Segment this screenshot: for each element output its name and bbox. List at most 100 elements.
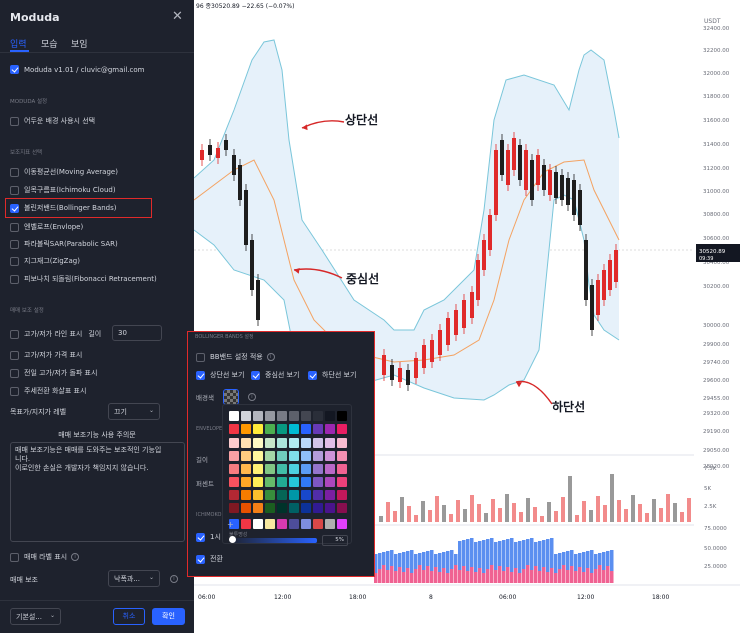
color-swatch[interactable] <box>301 451 311 461</box>
lower-show-checkbox[interactable] <box>308 370 317 380</box>
indicator-checkbox[interactable] <box>10 185 19 195</box>
color-swatch[interactable] <box>253 464 263 474</box>
color-swatch[interactable] <box>337 477 347 487</box>
color-swatch[interactable] <box>241 451 251 461</box>
account-checkbox[interactable] <box>10 65 19 74</box>
color-swatch[interactable] <box>265 519 275 529</box>
highlow-line-checkbox[interactable] <box>10 329 19 339</box>
color-swatch[interactable] <box>337 464 347 474</box>
color-swatch[interactable] <box>253 438 263 448</box>
color-swatch[interactable] <box>253 451 263 461</box>
color-swatch[interactable] <box>313 451 323 461</box>
highlow-price-checkbox[interactable] <box>10 350 19 360</box>
lower-show-row[interactable]: 하단선 보기 <box>308 370 356 380</box>
indicator-row[interactable]: 일목구름표(Ichimoku Cloud) <box>10 185 116 195</box>
color-swatch[interactable] <box>265 451 275 461</box>
tab-input[interactable]: 입력 <box>10 37 27 50</box>
color-swatch[interactable] <box>289 490 299 500</box>
color-swatch[interactable] <box>229 503 239 513</box>
color-swatch[interactable] <box>289 424 299 434</box>
color-swatch[interactable] <box>313 490 323 500</box>
color-swatch[interactable] <box>265 503 275 513</box>
color-swatch[interactable] <box>289 519 299 529</box>
info-icon[interactable]: i <box>248 393 256 401</box>
tab-visibility[interactable]: 보임 <box>71 37 88 50</box>
row-b-checkbox[interactable] <box>196 554 205 564</box>
indicator-checkbox[interactable] <box>10 222 19 232</box>
color-swatch[interactable] <box>241 490 251 500</box>
color-swatch[interactable] <box>253 490 263 500</box>
color-swatch[interactable] <box>325 411 335 421</box>
color-swatch[interactable] <box>265 411 275 421</box>
color-swatch[interactable] <box>301 490 311 500</box>
color-swatch[interactable] <box>337 503 347 513</box>
color-swatch[interactable] <box>265 464 275 474</box>
color-swatch[interactable] <box>301 519 311 529</box>
middle-show-row[interactable]: 중심선 보기 <box>251 370 299 380</box>
color-swatch[interactable] <box>229 424 239 434</box>
color-swatch[interactable] <box>289 464 299 474</box>
upper-show-checkbox[interactable] <box>196 370 205 380</box>
color-swatch[interactable] <box>313 477 323 487</box>
color-swatch[interactable] <box>313 438 323 448</box>
color-swatch[interactable] <box>229 464 239 474</box>
upper-show-row[interactable]: 상단선 보기 <box>196 370 244 380</box>
color-swatch[interactable] <box>337 438 347 448</box>
template-select[interactable]: 기본설... ⌄ <box>10 608 61 625</box>
color-swatch[interactable] <box>277 464 287 474</box>
ok-button[interactable]: 확인 <box>152 608 185 625</box>
color-swatch[interactable] <box>313 519 323 529</box>
dark-bg-row[interactable]: 어두운 배경 사용시 선택 <box>10 116 95 126</box>
cancel-button[interactable]: 취소 <box>113 608 145 625</box>
indicator-checkbox[interactable] <box>10 167 19 177</box>
info-icon[interactable]: i <box>266 353 275 361</box>
dark-bg-checkbox[interactable] <box>10 116 19 126</box>
color-swatch[interactable] <box>277 477 287 487</box>
account-row[interactable]: Moduda v1.01 / cluvic@gmail.com <box>10 65 144 74</box>
color-swatch[interactable] <box>313 424 323 434</box>
indicator-row[interactable]: 파라볼릭SAR(Parabolic SAR) <box>10 239 118 249</box>
week-arrow-row[interactable]: 주세전환 화살표 표시 <box>10 386 86 396</box>
color-swatch[interactable] <box>325 424 335 434</box>
color-swatch[interactable] <box>241 424 251 434</box>
color-swatch[interactable] <box>253 424 263 434</box>
length-input[interactable]: 30 <box>112 325 162 341</box>
indicator-checkbox[interactable] <box>10 256 19 266</box>
color-swatch[interactable] <box>313 411 323 421</box>
color-swatch[interactable] <box>289 503 299 513</box>
color-swatch[interactable] <box>289 451 299 461</box>
opacity-slider[interactable] <box>229 538 317 543</box>
color-swatch[interactable] <box>325 464 335 474</box>
color-swatch[interactable] <box>241 464 251 474</box>
row-b[interactable]: 전환 <box>196 554 223 564</box>
prev-break-row[interactable]: 전일 고가/저가 돌파 표시 <box>10 368 97 378</box>
color-swatch[interactable] <box>265 477 275 487</box>
color-swatch[interactable] <box>301 438 311 448</box>
color-swatch[interactable] <box>337 519 347 529</box>
highlow-line-row[interactable]: 고가/저가 라인 표시 길이 <box>10 329 101 339</box>
target-level-select[interactable]: 끄기 ⌄ <box>108 403 160 420</box>
info-icon[interactable]: i <box>71 553 80 561</box>
color-swatch[interactable] <box>277 424 287 434</box>
trade-label-row[interactable]: 매매 라벨 표시 i <box>10 552 80 562</box>
add-color-icon[interactable]: + <box>227 520 234 529</box>
color-swatch[interactable] <box>337 490 347 500</box>
middle-show-checkbox[interactable] <box>251 370 260 380</box>
color-swatch[interactable] <box>325 477 335 487</box>
bb-apply-row[interactable]: BB밴드 설정 적용 i <box>196 352 275 362</box>
indicator-checkbox[interactable] <box>10 274 19 284</box>
color-swatch[interactable] <box>277 503 287 513</box>
info-icon[interactable]: i <box>170 575 178 583</box>
color-swatch[interactable] <box>277 490 287 500</box>
color-swatch[interactable] <box>241 519 251 529</box>
color-swatch[interactable] <box>289 438 299 448</box>
color-swatch[interactable] <box>229 477 239 487</box>
warning-textarea[interactable]: 매매 보조기능은 매매를 도와주는 보조적인 기능입 니다. 이로인한 손실은 … <box>10 442 185 542</box>
opacity-input[interactable]: 5% <box>322 535 348 546</box>
color-swatch[interactable] <box>229 451 239 461</box>
color-swatch[interactable] <box>301 503 311 513</box>
bb-apply-checkbox[interactable] <box>196 352 205 362</box>
color-swatch[interactable] <box>253 519 263 529</box>
color-swatch[interactable] <box>289 477 299 487</box>
color-swatch[interactable] <box>277 519 287 529</box>
